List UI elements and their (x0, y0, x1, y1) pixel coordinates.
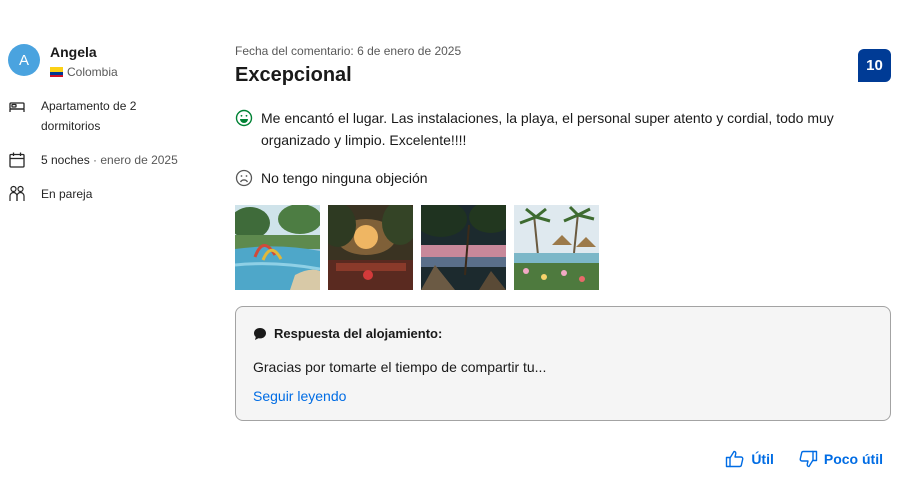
positive-comment: Me encantó el lugar. Las instalaciones, … (235, 107, 891, 151)
room-type: Apartamento de 2 dormitorios (8, 96, 208, 136)
room-label: Apartamento de 2 dormitorios (41, 99, 137, 133)
score-badge: 10 (858, 49, 891, 82)
smiley-sad-icon (235, 169, 253, 187)
colombia-flag-icon (50, 67, 63, 77)
review-photo-gardens[interactable] (514, 205, 599, 290)
read-more-link[interactable]: Seguir leyendo (253, 388, 873, 404)
not-helpful-label: Poco útil (823, 451, 883, 467)
traveler-label: En pareja (41, 187, 93, 201)
calendar-icon (9, 152, 25, 168)
reviewer-name: Angela (50, 44, 97, 60)
thumbs-up-icon (726, 450, 744, 468)
response-text: Gracias por tomarte el tiempo de compart… (253, 359, 547, 375)
reviewer-country: Colombia (50, 65, 118, 79)
not-helpful-button[interactable]: Poco útil (798, 449, 883, 469)
helpful-button[interactable]: Útil (725, 449, 774, 469)
review-feedback: Útil Poco útil (701, 449, 883, 469)
response-header: Respuesta del alojamiento: (253, 326, 873, 341)
review-photo-sunset[interactable] (328, 205, 413, 290)
reviewer-info: A Angela Colombia (8, 42, 208, 79)
review-date: Fecha del comentario: 6 de enero de 2025 (235, 44, 462, 58)
nights-separator: · (89, 153, 101, 167)
helpful-label: Útil (751, 451, 774, 467)
bed-icon (9, 102, 25, 112)
thumbs-down-icon (799, 450, 818, 468)
reviewer-panel: A Angela Colombia Apartamento de 2 dormi… (8, 42, 208, 204)
nights-label: 5 noches (41, 153, 90, 167)
review-photo-pool[interactable] (235, 205, 320, 290)
positive-text: Me encantó el lugar. Las instalaciones, … (261, 110, 834, 148)
negative-text: No tengo ninguna objeción (261, 170, 428, 186)
review-title: Excepcional (235, 64, 352, 86)
review-photo-beach[interactable] (421, 205, 506, 290)
negative-comment: No tengo ninguna objeción (235, 167, 891, 189)
response-title: Respuesta del alojamiento: (274, 326, 443, 341)
stay-length: 5 noches · enero de 2025 (8, 150, 208, 170)
property-response: Respuesta del alojamiento: Gracias por t… (235, 306, 891, 421)
country-label: Colombia (67, 65, 118, 79)
traveler-type: En pareja (8, 184, 208, 204)
couple-icon (9, 185, 25, 201)
review-photos (235, 205, 891, 290)
speech-bubble-icon (254, 327, 266, 340)
review-content: Fecha del comentario: 6 de enero de 2025… (235, 44, 891, 421)
smiley-happy-icon (235, 109, 253, 127)
stay-month: enero de 2025 (100, 153, 178, 167)
avatar[interactable]: A (8, 44, 40, 76)
